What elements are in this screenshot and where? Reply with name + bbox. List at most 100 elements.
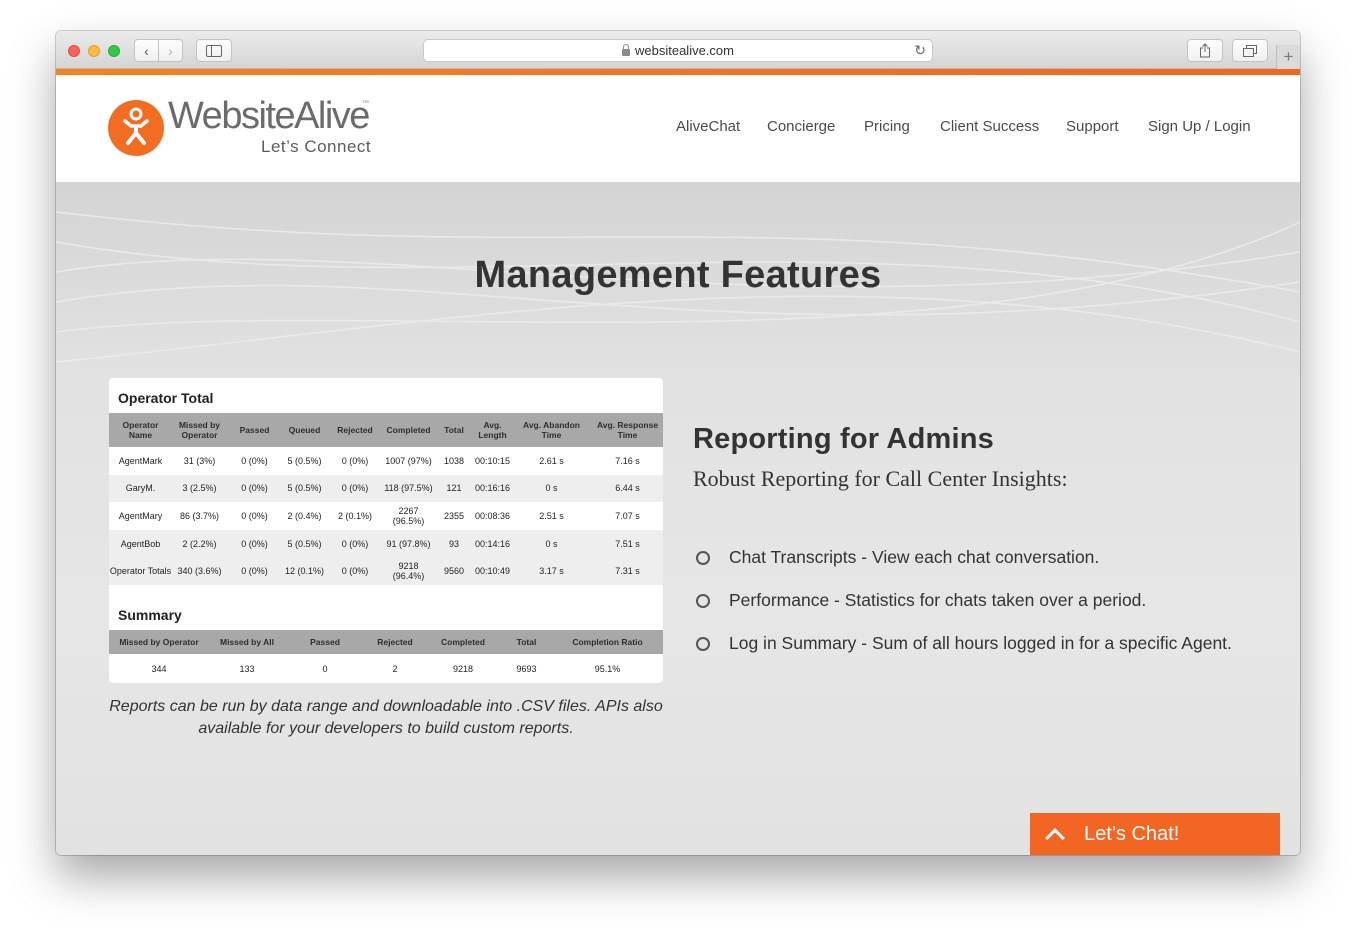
cell: 340 (3.6%): [172, 557, 227, 585]
nav-concierge[interactable]: Concierge: [767, 118, 835, 135]
logo-tagline: Let’s Connect: [261, 137, 372, 156]
cell: 9560: [434, 557, 474, 585]
table-row-totals: Operator Totals 340 (3.6%) 0 (0%) 12 (0.…: [109, 557, 663, 585]
cell: 12 (0.1%): [282, 557, 327, 585]
cell: 86 (3.7%): [179, 510, 220, 521]
table-row: AgentMary 86 (3.7%) 0 (0%) 2 (0.4%) 2 (0…: [109, 502, 663, 530]
nav-client-success[interactable]: Client Success: [940, 118, 1039, 135]
cell: 7.51 s: [592, 529, 663, 558]
cell: 9218: [452, 663, 474, 674]
page-title: Management Features: [474, 254, 882, 296]
cell: 91 (97.8%): [383, 529, 434, 558]
cell: 7.16 s: [615, 455, 640, 466]
cell: 95.1%: [594, 663, 621, 674]
cell: 5 (0.5%): [282, 474, 327, 503]
lets-chat-button[interactable]: Let’s Chat!: [1030, 813, 1280, 855]
cell: GaryM.: [109, 474, 172, 503]
back-button[interactable]: ‹: [134, 39, 159, 62]
chevron-right-icon: ›: [168, 42, 173, 59]
sidebar-button[interactable]: [196, 39, 232, 62]
cell: AgentMary: [118, 510, 163, 521]
share-button[interactable]: [1187, 39, 1223, 62]
cell: 0 (0%): [327, 474, 383, 503]
browser-window: ‹ › websitealive.com ↻ + WebsiteAlive ™ …: [56, 31, 1300, 855]
column-header: Avg. Length: [474, 413, 511, 447]
cell: 31 (3%): [183, 455, 216, 466]
tabs-icon: [1243, 44, 1257, 57]
sidebar-icon: [206, 44, 222, 57]
forward-button[interactable]: ›: [158, 39, 183, 62]
minimize-window-button[interactable]: [88, 45, 100, 57]
column-header: Queued: [282, 413, 327, 447]
column-header: Passed: [227, 413, 282, 447]
table-row: 344 133 0 2 9218 9693 95.1%: [109, 654, 663, 683]
cell: 00:10:15: [474, 455, 511, 466]
lock-icon: [622, 44, 630, 56]
summary-title: Summary: [118, 607, 182, 623]
cell: 0 (0%): [227, 474, 282, 503]
close-window-button[interactable]: [68, 45, 80, 57]
new-tab-button[interactable]: +: [1276, 45, 1300, 69]
nav-pricing[interactable]: Pricing: [864, 118, 910, 135]
share-icon: [1200, 43, 1210, 58]
cell: 9218 (96.4%): [383, 557, 434, 585]
feature-item: Performance - Statistics for chats taken…: [729, 590, 1147, 610]
cell: 133: [239, 663, 255, 674]
cell: 344: [151, 663, 167, 674]
cell: 0 (0%): [341, 455, 369, 466]
zoom-window-button[interactable]: [108, 45, 120, 57]
address-bar[interactable]: websitealive.com ↻: [423, 39, 933, 62]
cell: 00:14:16: [474, 529, 511, 558]
nav-alivechat[interactable]: AliveChat: [676, 118, 740, 135]
logo-wordmark: WebsiteAlive: [168, 95, 370, 137]
cell: 118 (97.5%): [383, 474, 434, 503]
cell: 0 (0%): [241, 455, 268, 466]
report-caption: Reports can be run by data range and dow…: [109, 698, 663, 737]
column-header: Completion Ratio: [552, 630, 663, 654]
cell: 1038: [443, 455, 465, 466]
nav-signup-login[interactable]: Sign Up / Login: [1148, 118, 1251, 135]
feature-item: Log in Summary - Sum of all hours logged…: [729, 633, 1232, 653]
table-row: AgentBob 2 (2.2%) 0 (0%) 5 (0.5%) 0 (0%)…: [109, 529, 663, 558]
cell: 2267 (96.5%): [392, 505, 425, 526]
cell: 0 s: [511, 474, 592, 503]
column-header: Avg. Response Time: [592, 413, 663, 447]
cell: 7.07 s: [615, 510, 640, 521]
column-header: Total: [434, 413, 474, 447]
cell: 0: [322, 663, 328, 674]
chat-label: Let’s Chat!: [1084, 822, 1180, 845]
circle-bullet-icon: [696, 594, 710, 608]
cell: 1007 (97%): [385, 455, 432, 466]
cell: Operator Totals: [109, 557, 172, 585]
reload-icon[interactable]: ↻: [914, 42, 926, 59]
cell: 0 (0%): [227, 557, 282, 585]
browser-toolbar: ‹ › websitealive.com ↻ +: [56, 31, 1300, 69]
cell: 2 (0.1%): [337, 510, 372, 521]
cell: 0 (0%): [227, 529, 282, 558]
circle-bullet-icon: [696, 551, 710, 565]
nav-support[interactable]: Support: [1066, 118, 1119, 135]
column-header: Rejected: [365, 630, 425, 654]
table-row: AgentMark 31 (3%) 0 (0%) 5 (0.5%) 0 (0%)…: [109, 447, 663, 475]
cell: 00:16:16: [474, 474, 511, 503]
logo-mark-icon: [108, 100, 164, 156]
cell: 0 (0%): [241, 510, 268, 521]
cell: 3 (2.5%): [172, 474, 227, 503]
cell: 00:10:49: [474, 557, 511, 585]
cell: 2: [392, 663, 398, 674]
cell: 0 (0%): [327, 529, 383, 558]
summary-table: Missed by Operator Missed by All Passed …: [109, 630, 663, 683]
cell: 2.61 s: [539, 455, 564, 466]
cell: 5 (0.5%): [287, 455, 322, 466]
column-header: Passed: [285, 630, 365, 654]
cell: 3.17 s: [511, 557, 592, 585]
show-tabs-button[interactable]: [1232, 39, 1268, 62]
cell: 0 (0%): [327, 557, 383, 585]
column-header: Completed: [383, 413, 434, 447]
cell: 0 s: [511, 529, 592, 558]
column-header: Total: [501, 630, 552, 654]
column-header: Rejected: [327, 413, 383, 447]
feature-item: Chat Transcripts - View each chat conver…: [729, 547, 1100, 567]
column-header: Completed: [425, 630, 501, 654]
cell: 9693: [516, 663, 537, 674]
